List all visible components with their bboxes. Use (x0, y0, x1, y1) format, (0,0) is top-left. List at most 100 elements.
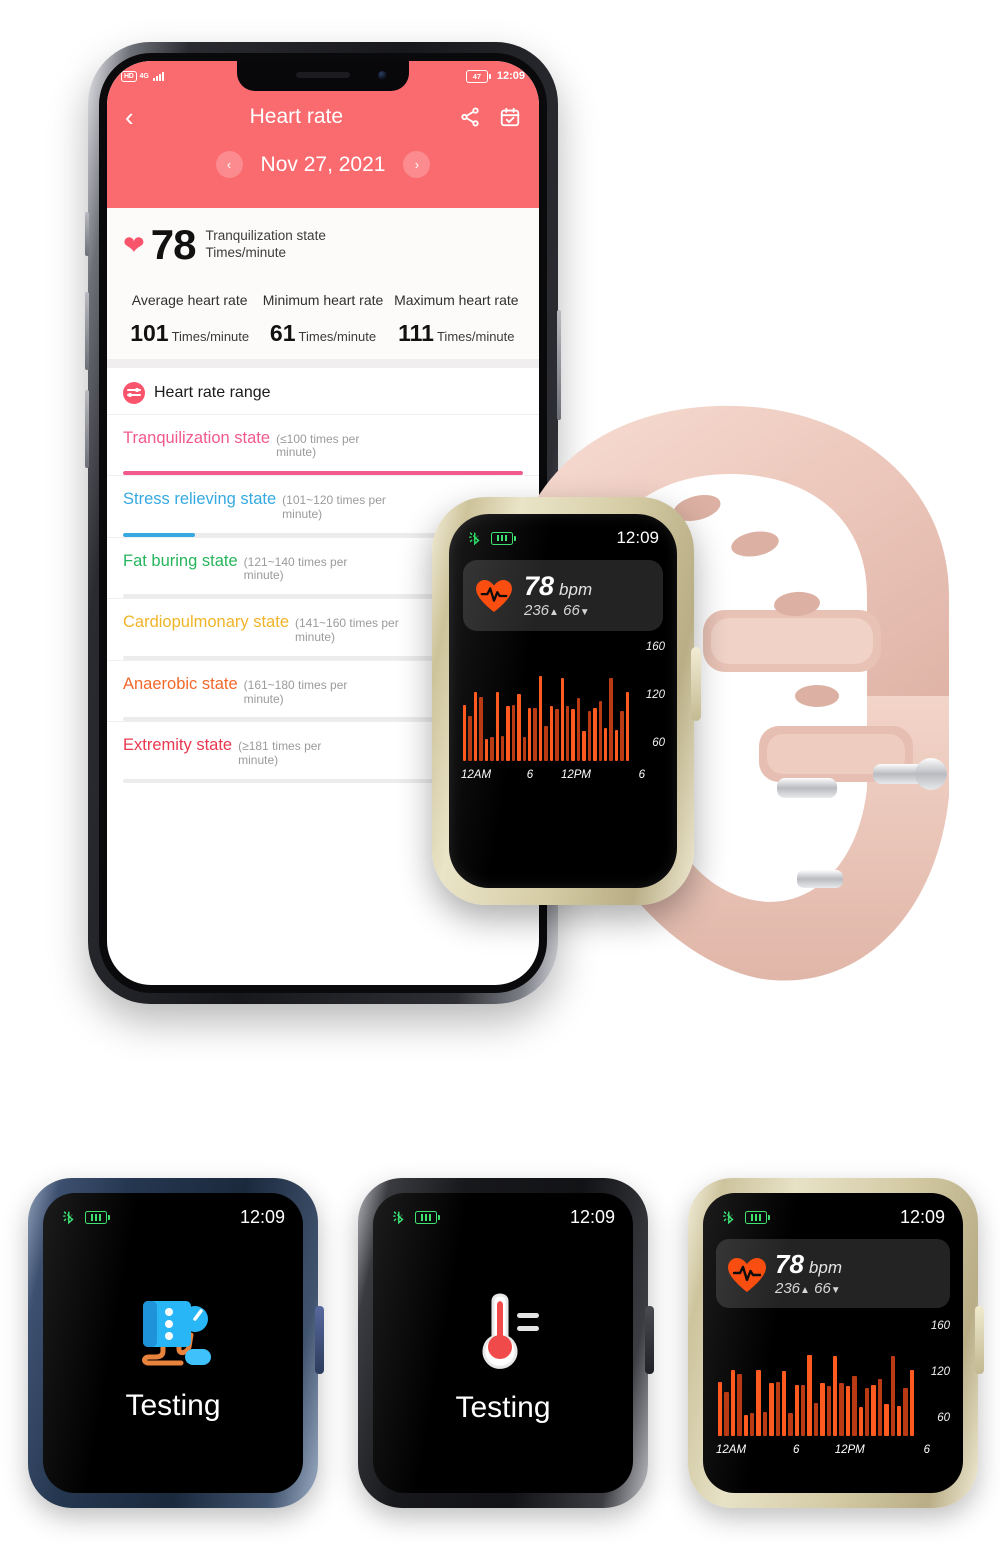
range-item-desc: (121~140 times per minute) (243, 554, 348, 583)
chart-bar (538, 676, 543, 761)
chart-bar (544, 726, 548, 761)
sliders-icon (123, 381, 145, 404)
chart-bar (724, 1392, 729, 1436)
range-item-name: Stress relieving state (123, 490, 277, 509)
heart-rate-chart: 160 120 60 12AM 6 12PM 6 (461, 641, 665, 781)
smartwatch-temperature: 12:09 Testing (358, 1178, 654, 1508)
down-arrow-icon: ▼ (579, 607, 590, 618)
range-item-name: Anaerobic state (123, 674, 238, 693)
heart-rate-card[interactable]: 78bpm 236▲ 66▼ (463, 560, 663, 631)
watch-crown-button[interactable] (691, 647, 701, 721)
metric-unit: Times/minute (298, 328, 377, 344)
up-arrow-icon: ▲ (549, 607, 559, 618)
watch-bpm-unit: bpm (559, 580, 593, 599)
chart-bar (528, 707, 532, 761)
chart-bar (769, 1383, 774, 1436)
x-tick-3: 6 (923, 1444, 930, 1456)
metric-average: Average heart rate 101 Times/minute (123, 292, 256, 347)
chart-bar (858, 1407, 863, 1436)
earpiece-speaker (296, 72, 350, 78)
x-tick-1: 6 (793, 1444, 800, 1456)
heart-icon: ❤ (123, 230, 145, 260)
chart-bar (788, 1413, 793, 1436)
watch-screen: 12:09 Testing (43, 1193, 303, 1493)
chart-bar (833, 1356, 838, 1436)
watch-crown-button[interactable] (975, 1306, 984, 1374)
phone-side-button[interactable] (85, 212, 89, 256)
chart-bar (781, 1371, 787, 1436)
watch-clock: 12:09 (569, 1207, 615, 1227)
metric-label: Maximum heart rate (394, 292, 519, 308)
chart-bar (794, 1384, 800, 1436)
signal-bars-icon (152, 71, 164, 81)
smartwatch-heart-rate: 12:09 78bpm 236▲ 66▼ 160 120 60 12AM 6 (688, 1178, 984, 1508)
chart-bar (566, 706, 570, 761)
watch-bpm-unit: bpm (808, 1258, 842, 1277)
chart-bar (864, 1387, 870, 1436)
phone-volume-up-button[interactable] (85, 292, 89, 370)
chart-bar (749, 1413, 755, 1436)
battery-level-label: 47 (465, 69, 488, 83)
range-list-item[interactable]: Tranquilization state (≤100 times per min… (107, 413, 539, 476)
chart-bar (490, 737, 494, 761)
chart-bar (463, 704, 467, 761)
chart-bar (609, 677, 613, 761)
chart-bar (813, 1402, 819, 1436)
watch-screen: 12:09 Testing (373, 1193, 633, 1493)
chart-bar (500, 735, 505, 761)
watch-bpm-low: 66 (563, 602, 580, 619)
watch-crown-button[interactable] (315, 1306, 324, 1374)
x-tick-2: 12PM (834, 1444, 865, 1456)
chart-bar (517, 693, 521, 761)
watch-clock: 12:09 (239, 1207, 285, 1227)
current-state-block: Tranquilization state Times/minute (206, 228, 326, 262)
app-nav-bar: ‹ Heart rate (107, 91, 539, 143)
share-icon[interactable] (459, 106, 481, 128)
y-tick-60: 60 (937, 1412, 950, 1424)
down-arrow-icon: ▼ (830, 1285, 841, 1296)
range-item-name: Tranquilization state (123, 428, 271, 447)
chart-bar (884, 1404, 889, 1436)
chart-bar (479, 696, 483, 761)
chart-bar (576, 698, 581, 761)
date-navigator: ‹ Nov 27, 2021 › (107, 143, 539, 208)
watch-clock: 12:09 (899, 1207, 945, 1227)
chart-bar (820, 1383, 825, 1436)
status-bar-clock: 12:09 (496, 70, 525, 82)
phone-volume-down-button[interactable] (85, 390, 89, 468)
chart-bar (845, 1386, 851, 1436)
watch-bpm-high: 236 (524, 602, 550, 619)
selected-date: Nov 27, 2021 (260, 152, 386, 176)
chart-bar (614, 729, 619, 761)
heart-pulse-icon (475, 579, 513, 613)
battery-icon: 47 (465, 69, 491, 83)
chart-bar (896, 1405, 902, 1436)
y-tick-60: 60 (652, 737, 665, 749)
metric-value: 61 (269, 319, 296, 346)
chart-bar (571, 709, 575, 761)
metric-unit: Times/minute (171, 328, 250, 344)
chart-bar (762, 1411, 768, 1436)
prev-day-button[interactable]: ‹ (215, 151, 243, 178)
chart-bar (522, 737, 527, 761)
chart-bar (620, 710, 624, 761)
chart-bar (598, 701, 602, 761)
metric-label: Minimum heart rate (262, 292, 384, 308)
next-day-button[interactable]: › (403, 151, 431, 178)
chart-bar (756, 1369, 761, 1436)
chart-bar (484, 739, 489, 761)
chart-bar (718, 1381, 723, 1436)
back-icon[interactable]: ‹ (125, 104, 134, 130)
watch-crown-button[interactable] (645, 1306, 654, 1374)
chart-bar (468, 715, 472, 761)
chart-bar (603, 728, 608, 761)
chart-bar (593, 707, 597, 761)
calendar-check-icon[interactable] (499, 106, 521, 128)
chart-bar (743, 1414, 748, 1436)
range-item-desc: (141~160 times per minute) (295, 616, 399, 645)
battery-icon (491, 531, 516, 545)
chart-bar (587, 710, 592, 761)
heart-rate-readout: 78bpm 236▲ 66▼ (524, 571, 592, 620)
range-item-desc: (101~120 times per minute) (282, 493, 386, 521)
y-tick-120: 120 (930, 1366, 950, 1378)
